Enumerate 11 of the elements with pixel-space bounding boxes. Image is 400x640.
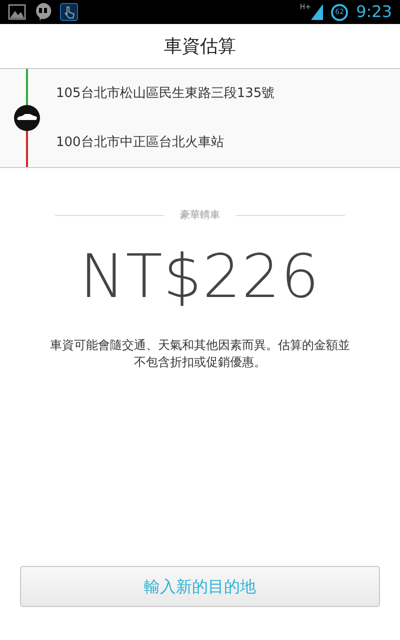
vehicle-type-label: 豪華轎車 (180, 208, 220, 223)
image-icon (8, 4, 26, 20)
screen-title: 車資估算 (164, 34, 236, 58)
app-icon (60, 3, 78, 21)
signal-icon (311, 4, 324, 20)
car-icon (13, 104, 41, 132)
address-text[interactable]: 100台北市中正區台北火車站 (56, 132, 224, 152)
address-text[interactable]: 105台北市松山區民生東路三段135號 (56, 84, 275, 104)
disclaimer-text: 車資可能會隨交通、天氣和其他因素而異。估算的金額並不包含折扣或促銷優惠。 (50, 337, 350, 372)
clock-time: 9:23 (356, 1, 392, 23)
fare-estimate: NT$226 (80, 242, 320, 312)
